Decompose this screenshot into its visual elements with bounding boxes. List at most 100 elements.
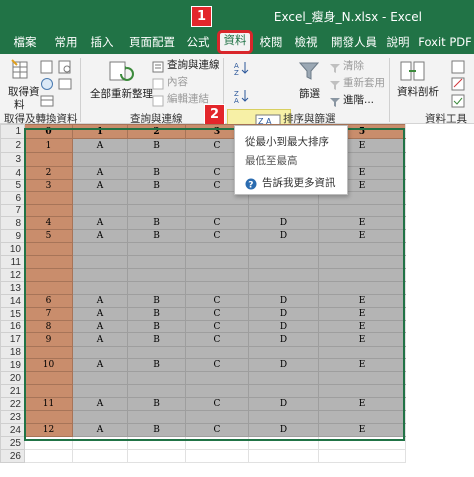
cell-col-0[interactable] [24,449,73,463]
help-icon[interactable]: ? [245,175,257,194]
cell-col-2[interactable]: B [127,320,186,333]
cell-col-2[interactable] [127,346,186,359]
cell-col-5[interactable] [318,449,406,463]
cell-col-1[interactable] [72,242,128,256]
cell-col-0[interactable] [24,346,73,359]
cell-col-0[interactable]: 1 [24,138,73,153]
cell-col-3[interactable] [185,346,249,359]
row-header[interactable]: 21 [0,384,25,398]
cell-col-2[interactable] [127,255,186,269]
cell-col-2[interactable]: B [127,229,186,243]
cell-col-2[interactable]: B [127,332,186,347]
cell-col-1[interactable]: A [72,332,128,347]
cell-col-5[interactable] [318,371,406,385]
cell-col-0[interactable] [24,410,73,424]
cell-col-0[interactable]: 0 [24,124,73,139]
cell-col-2[interactable]: B [127,166,186,180]
cell-col-1[interactable]: A [72,216,128,230]
row-header[interactable]: 18 [0,346,25,359]
tab-home[interactable]: 常用 [50,32,82,53]
cell-col-0[interactable]: 6 [24,294,73,308]
cell-col-3[interactable] [185,281,249,295]
cell-col-5[interactable] [318,281,406,295]
row-header[interactable]: 23 [0,410,25,424]
row-header[interactable]: 5 [0,179,25,192]
cell-col-0[interactable] [24,268,73,282]
refresh-all-icon[interactable] [108,60,134,88]
cell-col-5[interactable]: E [318,423,406,437]
cell-col-1[interactable]: A [72,138,128,153]
cell-col-3[interactable] [185,449,249,463]
cell-col-2[interactable] [127,152,186,167]
tab-page-layout[interactable]: 頁面配置 [124,32,180,53]
cell-col-0[interactable] [24,152,73,167]
cell-col-4[interactable] [248,204,319,217]
cell-col-5[interactable] [318,436,406,450]
row-header[interactable]: 17 [0,332,25,347]
cell-col-0[interactable] [24,436,73,450]
existing-connections-icon[interactable] [58,76,72,95]
cell-col-4[interactable]: D [248,397,319,411]
cell-col-2[interactable]: B [127,397,186,411]
cell-col-1[interactable]: A [72,358,128,372]
row-header[interactable]: 1 [0,124,25,139]
data-validation-icon[interactable] [451,93,465,112]
cell-col-4[interactable]: D [248,307,319,321]
refresh-all-label[interactable]: 全部重新整理 [90,86,153,101]
cell-col-0[interactable]: 11 [24,397,73,411]
cell-col-4[interactable] [248,436,319,450]
cell-col-3[interactable]: C [185,307,249,321]
cell-col-1[interactable] [72,410,128,424]
cell-col-1[interactable]: 1 [72,124,128,139]
sort-ascending-icon[interactable]: AZ [233,60,249,80]
row-header[interactable]: 2 [0,138,25,153]
sort-descending-icon[interactable]: ZA [233,88,249,108]
row-header[interactable]: 8 [0,216,25,230]
tab-file[interactable]: 檔案 [8,32,42,53]
row-header[interactable]: 16 [0,320,25,333]
cell-col-1[interactable]: A [72,294,128,308]
row-header[interactable]: 13 [0,281,25,295]
cell-col-3[interactable] [185,268,249,282]
cell-col-1[interactable] [72,152,128,167]
cell-col-4[interactable]: D [248,229,319,243]
text-to-columns-label[interactable]: 資料剖析 [397,84,439,99]
cell-col-2[interactable] [127,268,186,282]
cell-col-0[interactable]: 4 [24,216,73,230]
cell-col-0[interactable]: 5 [24,229,73,243]
cell-col-2[interactable]: B [127,216,186,230]
cell-col-4[interactable]: D [248,423,319,437]
row-header[interactable]: 19 [0,358,25,372]
queries-connections-label[interactable]: 查詢與連線 [167,57,220,72]
tab-help[interactable]: 說明 [385,32,411,53]
tab-formulas[interactable]: 公式 [182,32,214,53]
cell-col-3[interactable] [185,371,249,385]
cell-col-3[interactable] [185,242,249,256]
cell-col-2[interactable]: B [127,423,186,437]
cell-col-2[interactable] [127,242,186,256]
get-data-label-2[interactable]: 料 [14,97,25,112]
cell-col-2[interactable]: 2 [127,124,186,139]
row-header[interactable]: 15 [0,307,25,321]
cell-col-1[interactable] [72,371,128,385]
cell-col-5[interactable]: E [318,229,406,243]
tab-review[interactable]: 校閱 [256,32,286,53]
cell-col-4[interactable]: D [248,358,319,372]
cell-col-1[interactable]: A [72,307,128,321]
cell-col-1[interactable]: A [72,166,128,180]
cell-col-5[interactable]: E [318,216,406,230]
cell-col-1[interactable]: A [72,320,128,333]
row-header[interactable]: 7 [0,204,25,217]
cell-col-1[interactable]: A [72,229,128,243]
cell-col-5[interactable]: E [318,397,406,411]
cell-col-4[interactable] [248,384,319,398]
cell-col-0[interactable]: 9 [24,332,73,347]
row-header[interactable]: 4 [0,166,25,180]
advanced-filter-icon[interactable] [329,93,341,112]
filter-label[interactable]: 篩選 [299,86,320,101]
cell-col-2[interactable] [127,436,186,450]
cell-col-0[interactable]: 3 [24,179,73,192]
cell-col-0[interactable] [24,191,73,205]
cell-col-0[interactable] [24,204,73,217]
row-header[interactable]: 9 [0,229,25,243]
